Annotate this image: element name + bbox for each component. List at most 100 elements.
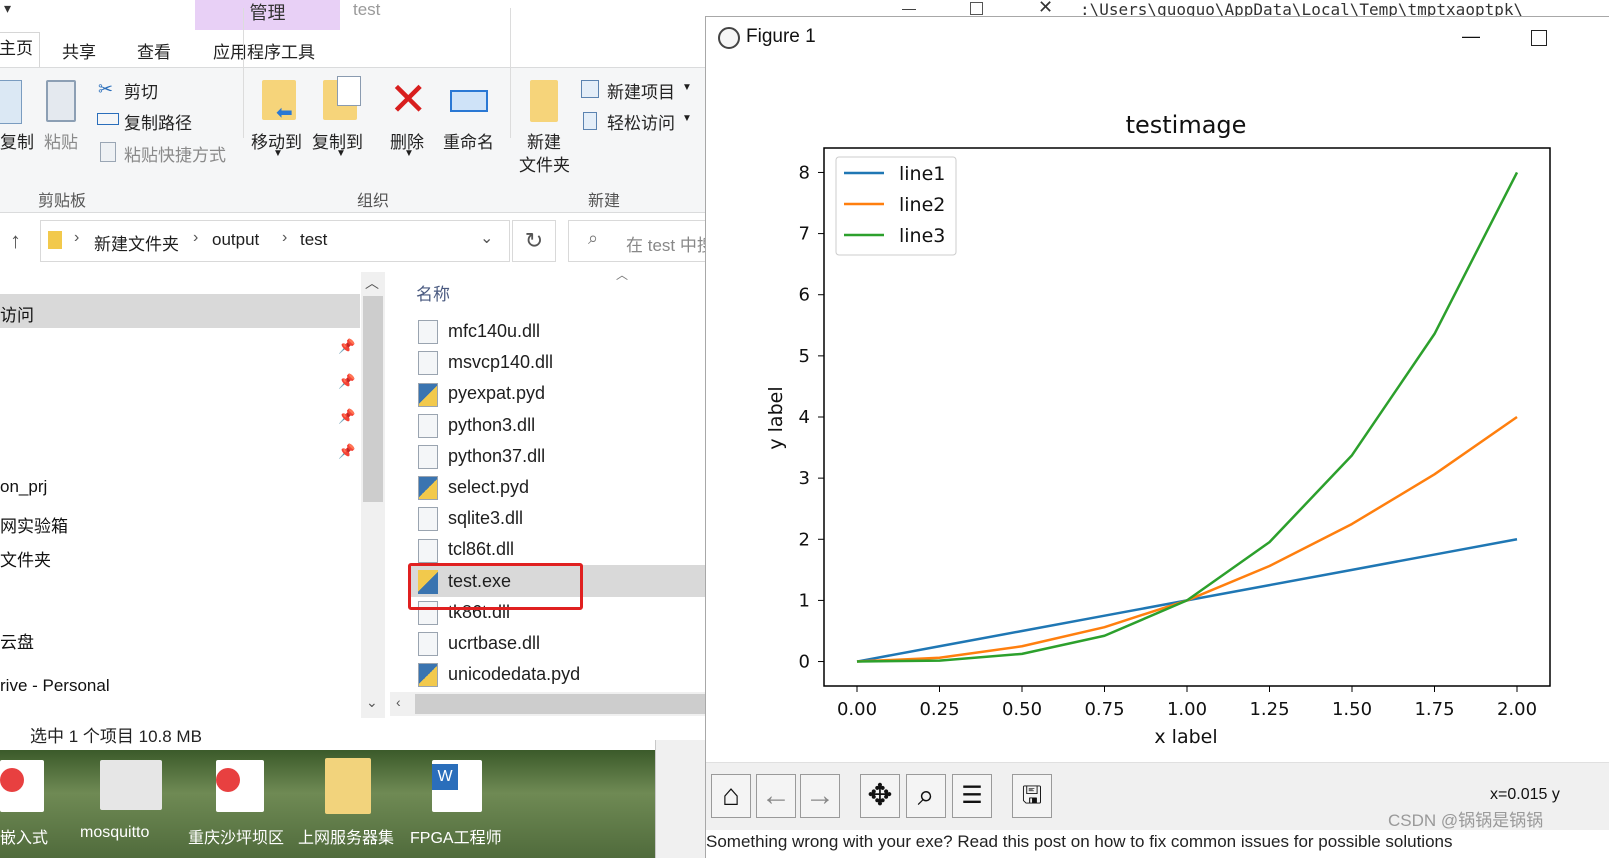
file-row[interactable]: python3.dll bbox=[412, 410, 712, 441]
nav-item[interactable]: 文件夹 bbox=[0, 546, 51, 571]
breadcrumb-item[interactable]: test bbox=[300, 230, 327, 250]
scroll-up-icon[interactable]: ︿ bbox=[365, 273, 379, 293]
cut-button[interactable]: 剪切 bbox=[124, 78, 158, 103]
nav-item[interactable]: 云盘 bbox=[0, 628, 34, 653]
home-icon[interactable]: ⌂ bbox=[711, 774, 751, 818]
y-tick-label: 6 bbox=[799, 285, 810, 306]
rename-button[interactable]: 重命名 bbox=[443, 128, 494, 153]
y-tick-label: 0 bbox=[799, 652, 810, 673]
y-tick-label: 8 bbox=[799, 162, 810, 183]
new-folder-icon bbox=[530, 80, 558, 122]
maximize-icon[interactable] bbox=[970, 2, 983, 15]
new-folder-button-line1[interactable]: 新建 bbox=[527, 128, 561, 153]
tab-app-tools[interactable]: 应用程序工具 bbox=[213, 38, 315, 63]
desktop-item-label[interactable]: FPGA工程师 bbox=[410, 824, 502, 848]
copy-button[interactable]: 复制 bbox=[0, 128, 34, 153]
tab-share[interactable]: 共享 bbox=[62, 38, 96, 63]
chevron-right-icon: › bbox=[282, 229, 288, 246]
file-name: tcl86t.dll bbox=[448, 539, 515, 560]
file-name: select.pyd bbox=[448, 477, 530, 497]
copy-icon[interactable] bbox=[0, 80, 22, 124]
minimize-icon[interactable]: — bbox=[1462, 26, 1480, 47]
nav-scrollbar-thumb[interactable] bbox=[363, 296, 383, 502]
desktop-item-label[interactable]: 嵌入式 bbox=[0, 824, 48, 848]
nav-item-quick-access[interactable]: 访问 bbox=[0, 301, 34, 326]
file-row[interactable]: sqlite3.dll bbox=[412, 503, 712, 534]
easy-access-button[interactable]: 轻松访问 bbox=[607, 109, 675, 134]
figure-window-title: Figure 1 bbox=[746, 26, 816, 47]
column-header-name[interactable]: 名称 bbox=[416, 280, 450, 305]
scroll-down-icon[interactable]: ⌄ bbox=[366, 694, 378, 711]
file-row[interactable]: mfc140u.dll bbox=[412, 316, 712, 347]
delete-icon: ✕ bbox=[389, 73, 428, 125]
pin-icon: 📌 bbox=[338, 338, 356, 354]
y-axis-label: y label bbox=[765, 386, 787, 449]
chart-title: testimage bbox=[1126, 111, 1247, 139]
breadcrumb-item[interactable]: output bbox=[212, 230, 259, 250]
paste-button[interactable]: 粘贴 bbox=[44, 128, 78, 153]
chevron-right-icon: › bbox=[193, 229, 199, 246]
zoom-magnifier-icon[interactable]: ⌕ bbox=[906, 774, 946, 818]
file-row[interactable]: tcl86t.dll bbox=[412, 534, 712, 565]
clipboard-group-label: 剪贴板 bbox=[38, 193, 87, 210]
nav-selected-row bbox=[0, 294, 360, 328]
watermark: CSDN @锅锅是锅锅 bbox=[1388, 811, 1544, 830]
context-tab-manage[interactable]: 管理 bbox=[195, 0, 340, 30]
dll-icon bbox=[418, 445, 438, 470]
desktop-item-label[interactable]: 重庆沙坪坝区 bbox=[188, 824, 284, 848]
search-placeholder: 在 test 中搜 bbox=[626, 236, 706, 255]
new-item-icon bbox=[581, 80, 599, 98]
file-row[interactable]: msvcp140.dll bbox=[412, 347, 712, 378]
file-name: sqlite3.dll bbox=[448, 508, 524, 529]
nav-item[interactable]: 网实验箱 bbox=[0, 512, 68, 537]
folder-icon[interactable] bbox=[325, 758, 371, 814]
scroll-left-icon[interactable]: ‹ bbox=[396, 694, 401, 710]
new-folder-button-line2[interactable]: 文件夹 bbox=[519, 151, 570, 176]
file-row[interactable]: pyexpat.pyd bbox=[412, 378, 712, 409]
file-row[interactable]: select.pyd bbox=[412, 472, 712, 503]
x-tick-label: 2.00 bbox=[1497, 699, 1537, 720]
save-icon[interactable]: 🖫 bbox=[1012, 774, 1052, 818]
file-row[interactable]: unicodedata.pyd bbox=[412, 659, 712, 690]
tab-home[interactable]: 主页 bbox=[0, 32, 40, 68]
maximize-icon[interactable] bbox=[1531, 30, 1547, 46]
ribbon-separator bbox=[243, 8, 244, 138]
tab-view[interactable]: 查看 bbox=[137, 38, 171, 63]
up-arrow-icon[interactable]: ↑ bbox=[10, 228, 21, 254]
x-tick-label: 1.25 bbox=[1249, 699, 1289, 720]
file-row[interactable]: python37.dll bbox=[412, 441, 712, 472]
address-dropdown-icon[interactable]: ⌄ bbox=[480, 228, 493, 248]
pin-icon: 📌 bbox=[338, 373, 356, 389]
y-tick-label: 4 bbox=[799, 407, 810, 428]
configure-subplots-icon[interactable]: ☰ bbox=[952, 774, 992, 818]
file-name: pyexpat.pyd bbox=[448, 383, 546, 404]
quick-access-dropdown[interactable]: ▾ bbox=[4, 0, 11, 17]
nav-item[interactable]: on_prj bbox=[0, 477, 47, 497]
new-item-chevron-icon: ▼ bbox=[682, 82, 692, 93]
copy-path-button[interactable]: 复制路径 bbox=[124, 109, 192, 134]
organize-group-label: 组织 bbox=[357, 193, 390, 210]
back-arrow-icon[interactable]: ← bbox=[756, 774, 796, 818]
pin-icon: 📌 bbox=[338, 443, 356, 459]
paste-icon bbox=[46, 80, 76, 122]
pan-move-icon[interactable]: ✥ bbox=[860, 774, 900, 818]
refresh-button[interactable]: ↻ bbox=[512, 220, 556, 262]
x-tick-label: 1.50 bbox=[1332, 699, 1372, 720]
desktop-item-label[interactable]: 上网服务器集 bbox=[298, 824, 394, 848]
file-row[interactable]: ucrtbase.dll bbox=[412, 628, 712, 659]
desktop-item-label[interactable]: mosquitto bbox=[80, 824, 149, 842]
nav-item-onedrive[interactable]: rive - Personal bbox=[0, 676, 110, 696]
gear-file-icon[interactable] bbox=[100, 760, 162, 810]
easy-access-chevron-icon: ▼ bbox=[682, 113, 692, 124]
file-list-hscrollbar-thumb[interactable] bbox=[415, 694, 712, 714]
paste-shortcut-button[interactable]: 粘贴快捷方式 bbox=[124, 141, 226, 166]
x-tick-label: 1.00 bbox=[1167, 699, 1207, 720]
new-item-button[interactable]: 新建项目 bbox=[607, 78, 675, 103]
sort-indicator-icon: ︿ bbox=[616, 268, 629, 282]
pdf-badge-icon bbox=[0, 768, 24, 792]
dll-icon bbox=[418, 538, 438, 563]
minimize-icon[interactable]: — bbox=[902, 0, 916, 16]
breadcrumb-item[interactable]: 新建文件夹 bbox=[94, 230, 179, 255]
x-tick-label: 1.75 bbox=[1414, 699, 1454, 720]
forward-arrow-icon[interactable]: → bbox=[800, 774, 840, 818]
